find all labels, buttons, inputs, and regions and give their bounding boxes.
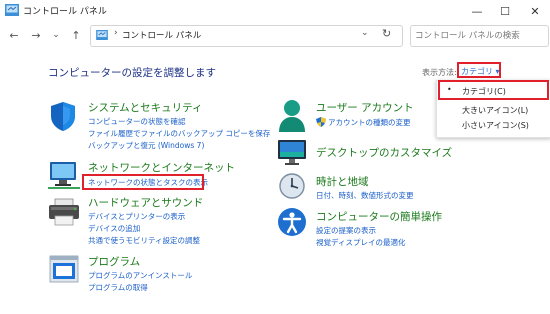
category-system-security[interactable]: システムとセキュリティ [88, 100, 203, 115]
view-by-label: 表示方法: [422, 68, 457, 77]
user-account-icon[interactable] [277, 98, 307, 134]
control-panel-icon [96, 30, 108, 40]
category-user-accounts[interactable]: ユーザー アカウント [316, 100, 414, 115]
minimize-button[interactable]: — [463, 0, 491, 22]
maximize-button[interactable]: ☐ [491, 0, 519, 22]
window-title: コントロール パネル [23, 7, 107, 17]
category-network-internet[interactable]: ネットワークとインターネット [88, 160, 235, 175]
link-get-programs[interactable]: プログラムの取得 [88, 282, 148, 293]
refresh-button[interactable]: ↻ [382, 27, 391, 40]
link-file-history-backup[interactable]: ファイル履歴でファイルのバックアップ コピーを保存 [88, 128, 270, 139]
forward-button[interactable]: → [28, 26, 44, 44]
highlight-box [457, 62, 501, 78]
menu-item-small-icons[interactable]: 小さいアイコン(S) [462, 120, 529, 131]
clock-globe-icon[interactable] [277, 171, 307, 201]
back-button[interactable]: ← [6, 26, 22, 44]
link-change-account-type[interactable]: アカウントの種類の変更 [328, 117, 411, 128]
link-backup-restore-win7[interactable]: バックアップと復元 (Windows 7) [88, 140, 204, 151]
ease-of-access-icon[interactable] [277, 207, 307, 237]
address-dropdown-icon[interactable]: ⌄ [361, 28, 369, 38]
category-ease-of-access[interactable]: コンピューターの簡単操作 [316, 209, 442, 224]
up-button[interactable]: ↑ [68, 26, 84, 44]
uac-shield-icon [316, 117, 326, 127]
link-add-device[interactable]: デバイスの追加 [88, 223, 140, 234]
recent-locations-button[interactable]: ⌄ [48, 26, 64, 44]
link-check-computer-status[interactable]: コンピューターの状態を確認 [88, 116, 186, 127]
category-hardware-sound[interactable]: ハードウェアとサウンド [88, 195, 203, 210]
printer-icon[interactable] [47, 197, 81, 227]
shield-icon[interactable] [48, 100, 78, 132]
highlight-box [438, 80, 549, 100]
link-devices-printers[interactable]: デバイスとプリンターの表示 [88, 211, 185, 222]
category-desktop-customization[interactable]: デスクトップのカスタマイズ [316, 145, 452, 160]
control-panel-icon [5, 4, 19, 16]
link-uninstall-program[interactable]: プログラムのアンインストール [88, 270, 192, 281]
programs-icon[interactable] [48, 254, 80, 284]
category-programs[interactable]: プログラム [88, 254, 140, 269]
page-title: コンピューターの設定を調整します [48, 67, 216, 79]
menu-item-large-icons[interactable]: 大きいアイコン(L) [462, 105, 528, 116]
network-icon[interactable] [48, 160, 80, 190]
breadcrumb-separator[interactable]: › [114, 28, 118, 38]
desktop-icon[interactable] [276, 138, 308, 168]
category-clock-region[interactable]: 時計と地域 [316, 174, 369, 189]
link-mobility-settings[interactable]: 共通で使うモビリティ設定の調整 [88, 235, 200, 246]
search-placeholder: コントロール パネルの検索 [415, 31, 520, 41]
link-optimize-display[interactable]: 視覚ディスプレイの最適化 [316, 237, 405, 248]
breadcrumb-control-panel[interactable]: コントロール パネル [122, 29, 201, 41]
link-settings-suggestions[interactable]: 設定の提案の表示 [316, 225, 376, 236]
link-date-time-format[interactable]: 日付、時刻、数値形式の変更 [316, 190, 414, 201]
close-button[interactable]: ✕ [521, 0, 549, 22]
highlight-box [82, 174, 204, 190]
